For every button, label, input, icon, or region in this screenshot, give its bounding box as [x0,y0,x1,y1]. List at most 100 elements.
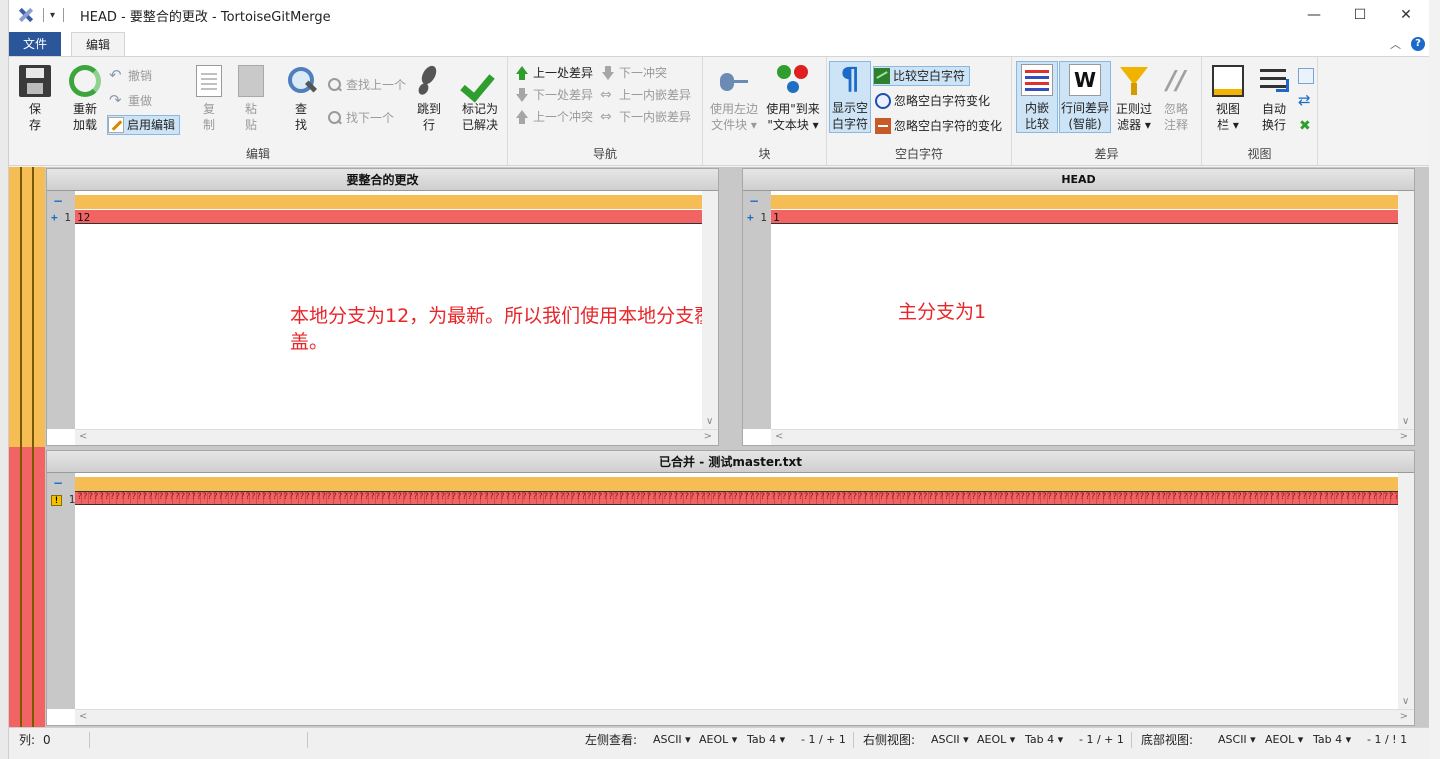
magnifier-icon [285,65,317,97]
bottom-merged-pane[interactable]: 已合并 - 测试master.txt − ! 1 ???????????????… [46,450,1415,726]
left-encoding-dropdown[interactable]: ASCII ▾ [653,728,691,752]
ignore-whitespace-change-button[interactable]: 忽略空白字符变化 [875,91,990,111]
collapse-minus-icon[interactable]: − [53,194,63,208]
ribbon-right-controls: ︿ ? [1390,36,1425,52]
left-pane-diff-row[interactable] [75,210,718,224]
enable-edit-label: 启用编辑 [127,118,176,132]
regex-filter-button[interactable]: 正则过 滤器 ▾ [1112,63,1156,133]
bottom-encoding-dropdown[interactable]: ASCII ▾ [1218,728,1256,752]
right-tab-dropdown[interactable]: Tab 4 ▾ [1025,728,1063,752]
inline-compare-button[interactable]: 内嵌 比较 [1016,61,1058,133]
line-diff-smart-button[interactable]: W 行间差异 (智能) [1059,61,1111,133]
tab-edit[interactable]: 编辑 [71,32,126,56]
ignore-whitespace-icon [875,93,891,109]
left-eol-value: AEOL [699,733,729,746]
left-pane-hscrollbar[interactable]: < > [75,429,718,445]
swap-views-button[interactable] [1298,90,1317,111]
scroll-right-icon-bottom[interactable]: > [1400,711,1408,722]
find-prev-button[interactable]: 查找上一个 [327,75,406,95]
view-bar-button[interactable]: 视图 栏 ▾ [1206,63,1250,133]
layout-icon [1298,68,1314,84]
right-pane-hscrollbar[interactable]: < > [771,429,1414,445]
group-whitespace: ¶ 显示空 白字符 比较空白字符 忽略空白字符变化 忽略空白字符的变化 空白字符 [827,57,1012,165]
save-label: 保 存 [28,102,41,132]
prev-diff-button[interactable]: 上一处差异 [514,63,593,83]
prev-inline-button[interactable]: 上一内嵌差异 [600,85,691,105]
save-button[interactable]: 保 存 [13,63,57,133]
toggle-layout-button[interactable] [1298,66,1317,86]
word-wrap-icon [1258,65,1290,97]
collapse-minus-icon-bottom[interactable]: − [53,476,63,490]
right-eol-value: AEOL [977,733,1007,746]
scroll-left-icon[interactable]: < [79,431,87,442]
find-button[interactable]: 查 找 [279,63,323,133]
scroll-down-icon-bottom[interactable]: ∨ [1402,696,1409,707]
scroll-left-icon-bottom[interactable]: < [79,711,87,722]
use-left-file-label: 使用左边 文件块 ▾ [709,102,758,132]
tab-file[interactable]: 文件 [9,32,62,56]
paste-button[interactable]: 粘 贴 [229,63,273,133]
ignore-all-whitespace-button[interactable]: 忽略空白字符的变化 [875,116,1002,136]
show-whitespace-button[interactable]: ¶ 显示空 白字符 [829,61,871,133]
redo-button[interactable]: 重做 [109,90,152,111]
left-encoding-value: ASCII [653,733,682,746]
next-diff-button[interactable]: 下一处差异 [514,85,593,105]
auto-wrap-button[interactable]: 自动 换行 [1252,63,1296,133]
maximize-button[interactable]: ☐ [1337,0,1383,30]
bottom-pane-hscrollbar[interactable]: < > [75,709,1414,725]
compare-whitespace-button[interactable]: 比较空白字符 [873,66,971,86]
tortoisegitmerge-app-icon[interactable] [17,6,35,24]
scroll-right-icon-right[interactable]: > [1400,431,1408,442]
bottom-tab-dropdown[interactable]: Tab 4 ▾ [1313,728,1351,752]
minimize-button[interactable]: — [1291,0,1337,30]
left-pane[interactable]: 要整合的更改 − + 1 12 本地分支为12，为最新。所以我们使用本地分支覆盖… [46,168,719,446]
funnel-icon [1118,65,1150,97]
right-pane-diff-row[interactable] [771,210,1414,224]
bottom-view-label: 底部视图: [1141,733,1194,747]
next-conflict-button[interactable]: 下一冲突 [600,63,667,83]
copy-button[interactable]: 复 制 [187,63,231,133]
goto-line-button[interactable]: 跳到 行 [407,63,451,133]
ignore-comments-button[interactable]: // 忽略 注释 [1156,63,1196,133]
ignore-whitespace-change-label: 忽略空白字符变化 [894,94,991,108]
status-column-label: 列: [19,733,36,747]
right-encoding-dropdown[interactable]: ASCII ▾ [931,728,969,752]
next-inline-button[interactable]: 下一内嵌差异 [600,107,691,127]
show-whitespace-label: 显示空 白字符 [831,101,868,131]
close-button[interactable]: ✕ [1383,0,1429,30]
block-merge-icon [777,65,809,97]
right-pane-vscrollbar[interactable]: ∨ [1398,191,1414,429]
right-eol-dropdown[interactable]: AEOL ▾ [977,728,1015,752]
enable-edit-button[interactable]: 启用编辑 [107,115,181,135]
help-icon[interactable]: ? [1411,37,1425,51]
right-pane[interactable]: HEAD − + 1 1 主分支为1 ∨ < > [742,168,1415,446]
left-eol-dropdown[interactable]: AEOL ▾ [699,728,737,752]
prev-conflict-button[interactable]: 上一个冲突 [514,107,593,127]
reload-label: 重新 加载 [72,102,97,132]
locator-bar-top[interactable] [9,167,45,447]
mark-resolved-button[interactable]: 标记为 已解决 [455,63,505,133]
group-block-label: 块 [758,147,771,161]
reload-button[interactable]: 重新 加载 [63,63,107,133]
left-tab-dropdown[interactable]: Tab 4 ▾ [747,728,785,752]
find-next-button[interactable]: 找下一个 [327,108,394,128]
status-separator-4 [1131,732,1132,748]
collapse-ribbon-icon[interactable]: ︿ [1390,36,1401,52]
right-line-number-value: 1 [760,211,767,224]
bottom-line-number: ! 1 [51,493,75,506]
scroll-left-icon-right[interactable]: < [775,431,783,442]
scroll-right-icon[interactable]: > [704,431,712,442]
collapse-minus-icon-right[interactable]: − [749,194,759,208]
undo-button[interactable]: 撤销 [109,65,152,86]
scroll-down-icon-right[interactable]: ∨ [1402,416,1409,427]
right-tab-value: Tab 4 [1025,733,1055,746]
use-incoming-block-button[interactable]: 使用"到来 "文本块 ▾ [763,63,823,133]
bottom-eol-dropdown[interactable]: AEOL ▾ [1265,728,1303,752]
left-pane-vscrollbar[interactable]: ∨ [702,191,718,429]
scroll-down-icon[interactable]: ∨ [706,416,713,427]
collapse-view-button[interactable] [1298,116,1317,136]
locator-bar-bottom[interactable] [9,447,45,727]
quick-access-dropdown-icon[interactable]: ▾ [50,10,55,21]
bottom-pane-vscrollbar[interactable]: ∨ [1398,473,1414,709]
use-left-file-block-button[interactable]: 使用左边 文件块 ▾ [707,63,761,133]
